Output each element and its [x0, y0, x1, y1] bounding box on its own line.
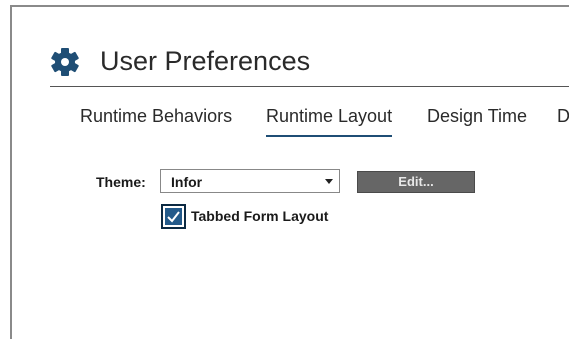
tab-bar: Runtime Behaviors Runtime Layout Design … — [70, 97, 569, 137]
theme-label: Theme: — [96, 174, 146, 190]
check-icon — [167, 211, 180, 223]
theme-select-value: Infor — [171, 174, 203, 190]
page-title: User Preferences — [100, 46, 311, 76]
tab-design-time[interactable]: Design Time — [427, 97, 527, 135]
window-frame-left — [10, 5, 12, 339]
user-preferences-window: User Preferences Runtime Behaviors Runti… — [0, 0, 569, 339]
page-header: User Preferences — [50, 40, 569, 87]
tabbed-form-layout-label[interactable]: Tabbed Form Layout — [191, 208, 328, 224]
theme-select[interactable]: Infor — [160, 169, 340, 193]
tab-runtime-behaviors[interactable]: Runtime Behaviors — [80, 97, 232, 135]
tab-truncated[interactable]: D — [557, 97, 569, 135]
tab-runtime-layout[interactable]: Runtime Layout — [266, 97, 393, 137]
checkbox-fill — [165, 208, 182, 225]
chevron-down-icon — [325, 179, 333, 184]
tabbed-form-layout-checkbox[interactable] — [161, 204, 186, 229]
edit-theme-button[interactable]: Edit... — [357, 171, 475, 193]
window-frame-top — [10, 5, 569, 7]
gear-icon — [51, 48, 79, 76]
